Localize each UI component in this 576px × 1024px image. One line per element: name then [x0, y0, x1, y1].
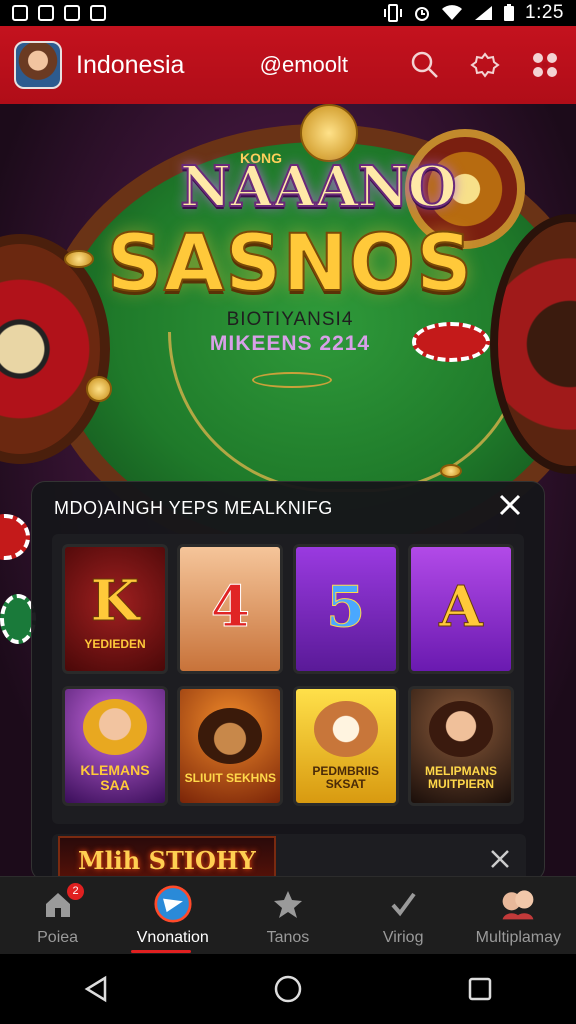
games-panel: MDO)AINGH YEPS MEALKNIFG K YEDIEDEN 4 5 … [31, 481, 545, 886]
panel-header: MDO)AINGH YEPS MEALKNIFG [32, 482, 544, 534]
back-icon [84, 975, 107, 1003]
back-button[interactable] [76, 969, 116, 1009]
recents-button[interactable] [460, 969, 500, 1009]
game-tile-glyph: 4 [210, 574, 250, 641]
game-tile-k[interactable]: K YEDIEDEN [62, 544, 168, 674]
logo-main-text: SASNOS [106, 218, 474, 310]
games-app-icon [154, 884, 192, 923]
notification-icon [12, 5, 28, 21]
nav-item-poiea[interactable]: 2 Poiea [0, 877, 115, 955]
game-tile-label: PEDMBRIIS SKSAT [312, 764, 379, 791]
status-bar: 1:25 [0, 0, 576, 26]
game-tile-label: KLEMANS SAA [80, 762, 150, 793]
character-portrait-image [198, 707, 263, 764]
game-tile-a[interactable]: A [407, 544, 514, 674]
status-left-icons [12, 5, 106, 21]
nav-label: Poiea [37, 928, 79, 946]
logo-top-text: NAAANO [179, 153, 458, 221]
star-icon [269, 885, 307, 923]
game-tile-5[interactable]: 5 [292, 544, 399, 674]
message-notification-icon [90, 5, 106, 21]
region-title[interactable]: Indonesia [76, 51, 184, 80]
user-handle[interactable]: @emoolt [260, 52, 348, 78]
system-navigation-bar [0, 954, 576, 1024]
nav-item-viriog[interactable]: Viriog [346, 877, 461, 955]
clock: 1:25 [525, 2, 564, 23]
recents-icon [468, 977, 492, 1001]
games-menu-button[interactable] [528, 48, 562, 82]
gallery-notification-icon [38, 5, 54, 21]
signal-icon [475, 6, 493, 20]
logo-subtitle-1: BIOTIYANSI4 [226, 309, 354, 330]
panel-close-button[interactable] [498, 493, 522, 523]
search-button[interactable] [408, 48, 442, 82]
app-header: Indonesia @emoolt [0, 26, 576, 104]
wifi-icon [442, 5, 463, 20]
game-tile-label: YEDIEDEN [84, 636, 146, 651]
multiplayer-avatars-icon [499, 885, 537, 923]
game-tile-melipmans[interactable]: MELIPMANS MUITPIERN [407, 686, 514, 806]
panel-title: MDO)AINGH YEPS MEALKNIFG [54, 497, 333, 518]
avatar[interactable] [14, 41, 62, 89]
game-tile-pedmbriis[interactable]: PEDMBRIIS SKSAT [292, 686, 399, 806]
gold-coin-image [86, 376, 112, 402]
game-tile-glyph: K [90, 567, 140, 634]
nav-label: Tanos [266, 928, 310, 946]
home-button[interactable] [268, 969, 308, 1009]
game-tile-klemans[interactable]: KLEMANS SAA [62, 686, 168, 806]
close-icon [499, 494, 521, 516]
nav-label: Viriog [382, 928, 424, 946]
game-tile-sliuit[interactable]: SLIUIT SEKHNS [177, 686, 284, 806]
nav-item-multiplamay[interactable]: Multiplamay [461, 877, 576, 955]
gear-icon [470, 52, 500, 78]
home-circle-icon [274, 975, 302, 1003]
character-portrait-image [428, 701, 493, 758]
promo-close-button[interactable] [490, 844, 510, 876]
bottom-navigation: 2 Poiea Vnonation Tanos Viriog Multiplam… [0, 876, 576, 954]
nav-item-vnonation[interactable]: Vnonation [115, 877, 230, 955]
game-tile-label: SLIUIT SEKHNS [184, 770, 276, 785]
nav-label: Multiplamay [475, 928, 562, 946]
game-grid: K YEDIEDEN 4 5 A KLEMANS SAA SLIUIT SEKH… [52, 534, 524, 824]
check-icon [384, 885, 422, 923]
search-icon [411, 51, 438, 78]
gold-coin-image [440, 464, 462, 478]
notification-badge: 2 [67, 882, 85, 900]
game-tile-glyph: A [439, 574, 483, 641]
status-right-icons: 1:25 [383, 2, 564, 24]
game-tile-4[interactable]: 4 [177, 544, 284, 674]
close-icon [491, 850, 509, 868]
table-emblem [252, 372, 332, 388]
character-portrait-image [83, 699, 147, 756]
vibrate-icon [384, 4, 403, 22]
photo-notification-icon [64, 5, 80, 21]
nav-item-tanos[interactable]: Tanos [230, 877, 345, 955]
game-tile-glyph: 5 [326, 574, 366, 641]
hamster-image [313, 701, 378, 758]
battery-icon [504, 4, 515, 21]
alarm-icon [415, 7, 430, 21]
casino-chip-image [0, 514, 30, 560]
settings-button[interactable] [468, 48, 502, 82]
pinwheel-icon [533, 53, 557, 77]
game-tile-label: MELIPMANS MUITPIERN [424, 764, 497, 791]
nav-label: Vnonation [136, 928, 209, 946]
logo-subtitle-2: MIKEENS 2214 [209, 332, 371, 355]
